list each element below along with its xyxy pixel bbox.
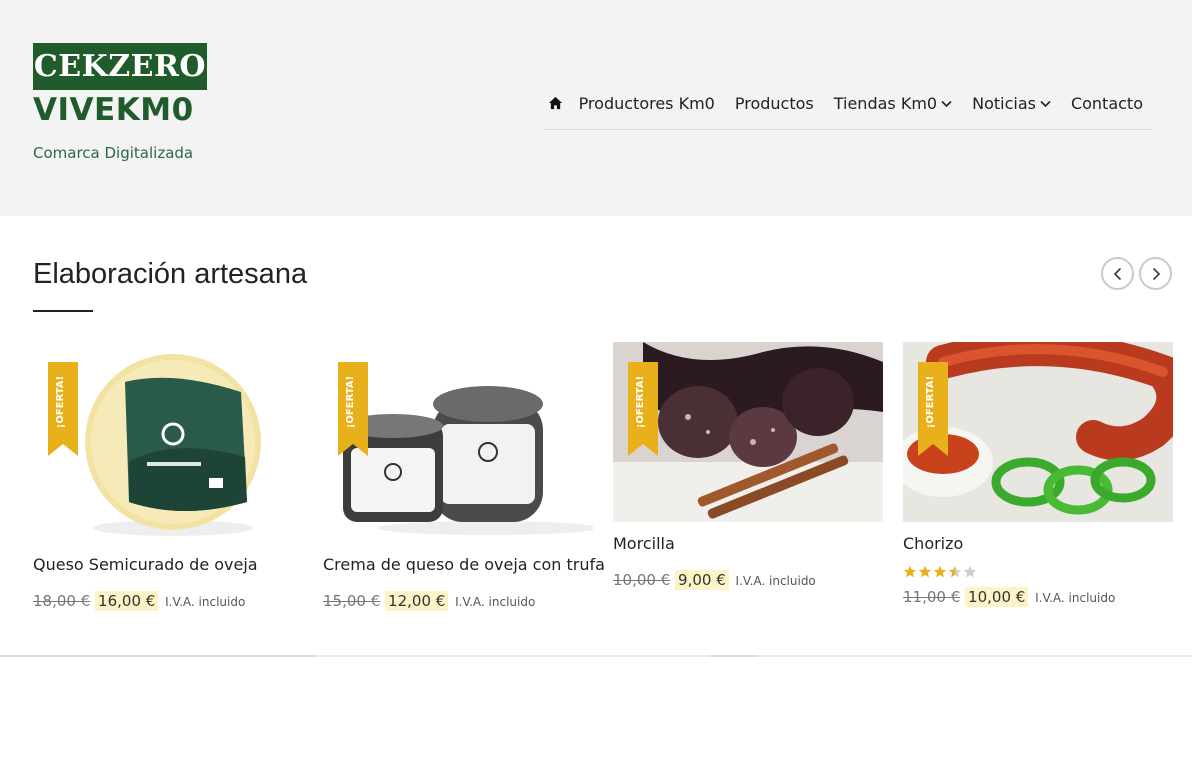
chevron-down-icon	[941, 100, 952, 108]
old-price: 15,00 €	[323, 592, 381, 610]
product-price: 11,00 € 10,00 € I.V.A. incluido	[903, 587, 1173, 607]
site-tagline: Comarca Digitalizada	[33, 144, 194, 162]
product-name[interactable]: Crema de queso de oveja con trufa	[323, 555, 605, 574]
nav-item-label: Productores Km0	[578, 94, 715, 113]
product-name[interactable]: Chorizo	[903, 534, 1173, 553]
half-star-icon	[948, 565, 962, 578]
site-title[interactable]: VIVEKM0	[33, 92, 194, 128]
section-title: Elaboración artesana	[33, 258, 308, 290]
product-image[interactable]: ¡OFERTA!	[323, 342, 593, 542]
star-icon	[903, 565, 917, 578]
tax-note: I.V.A. incluido	[1035, 591, 1116, 605]
star-icon	[918, 565, 932, 578]
carousel-next-button[interactable]	[1139, 257, 1172, 290]
title-underline	[33, 310, 93, 312]
chevron-right-icon	[1152, 267, 1160, 280]
offer-badge-text: ¡OFERTA!	[635, 376, 646, 428]
nav-item-productos[interactable]: Productos	[725, 86, 824, 113]
product-price: 18,00 € 16,00 € I.V.A. incluido	[33, 591, 303, 611]
offer-badge: ¡OFERTA!	[628, 362, 658, 456]
sale-price: 16,00 €	[95, 591, 159, 611]
empty-star-icon	[963, 565, 977, 578]
old-price: 18,00 €	[33, 592, 91, 610]
nav-item-label: Productos	[734, 94, 814, 113]
product-card: ¡OFERTA! Morcilla 10,00 € 9,00 € I.V.A. …	[613, 342, 883, 590]
product-image[interactable]: ¡OFERTA!	[903, 342, 1173, 522]
offer-badge-text: ¡OFERTA!	[345, 376, 356, 428]
nav-item-productores[interactable]: Productores Km0	[569, 86, 725, 113]
carousel-prev-button[interactable]	[1101, 257, 1134, 290]
old-price: 11,00 €	[903, 588, 961, 606]
nav-item-label: Contacto	[1070, 94, 1143, 113]
star-rating	[903, 565, 1173, 578]
offer-badge: ¡OFERTA!	[48, 362, 78, 456]
product-name[interactable]: Queso Semicurado de oveja	[33, 555, 303, 574]
product-price: 15,00 € 12,00 € I.V.A. incluido	[323, 591, 593, 611]
nav-item-noticias[interactable]: Noticias	[962, 86, 1061, 113]
tax-note: I.V.A. incluido	[735, 574, 816, 588]
offer-badge-text: ¡OFERTA!	[55, 376, 66, 428]
product-card: ¡OFERTA! Chorizo 11,00 € 10,00 € I.V.A. …	[903, 342, 1173, 607]
tax-note: I.V.A. incluido	[165, 595, 246, 609]
product-card: ¡OFERTA! Queso Semicurado de oveja 18,00…	[33, 342, 303, 611]
nav-item-label: Tiendas Km0	[833, 94, 938, 113]
offer-badge: ¡OFERTA!	[338, 362, 368, 456]
chevron-down-icon	[1040, 100, 1051, 108]
star-icon	[933, 565, 947, 578]
site-header: CEKZERO VIVEKM0 Comarca Digitalizada Pro…	[0, 0, 1192, 216]
sale-price: 9,00 €	[675, 570, 729, 590]
product-price: 10,00 € 9,00 € I.V.A. incluido	[613, 570, 883, 590]
logo-text: CEKZERO	[33, 49, 207, 84]
old-price: 10,00 €	[613, 571, 671, 589]
product-name[interactable]: Morcilla	[613, 534, 883, 553]
section-divider	[0, 655, 1192, 657]
sale-price: 10,00 €	[965, 587, 1029, 607]
tax-note: I.V.A. incluido	[455, 595, 536, 609]
nav-item-label: Noticias	[972, 94, 1036, 113]
nav-item-tiendas[interactable]: Tiendas Km0	[824, 86, 962, 113]
offer-badge: ¡OFERTA!	[918, 362, 948, 456]
nav-item-contacto[interactable]: Contacto	[1061, 86, 1153, 113]
home-icon	[549, 96, 563, 110]
offer-badge-text: ¡OFERTA!	[925, 376, 936, 428]
product-image[interactable]: ¡OFERTA!	[613, 342, 883, 522]
site-logo[interactable]: CEKZERO	[33, 43, 207, 90]
nav-home-link[interactable]	[543, 86, 569, 122]
sale-price: 12,00 €	[385, 591, 449, 611]
chevron-left-icon	[1113, 267, 1121, 280]
product-card: ¡OFERTA! Crema de queso de oveja con tru…	[323, 342, 605, 611]
main-nav: Productores Km0 Productos Tiendas Km0 No…	[543, 86, 1153, 130]
product-image[interactable]: ¡OFERTA!	[33, 342, 303, 542]
